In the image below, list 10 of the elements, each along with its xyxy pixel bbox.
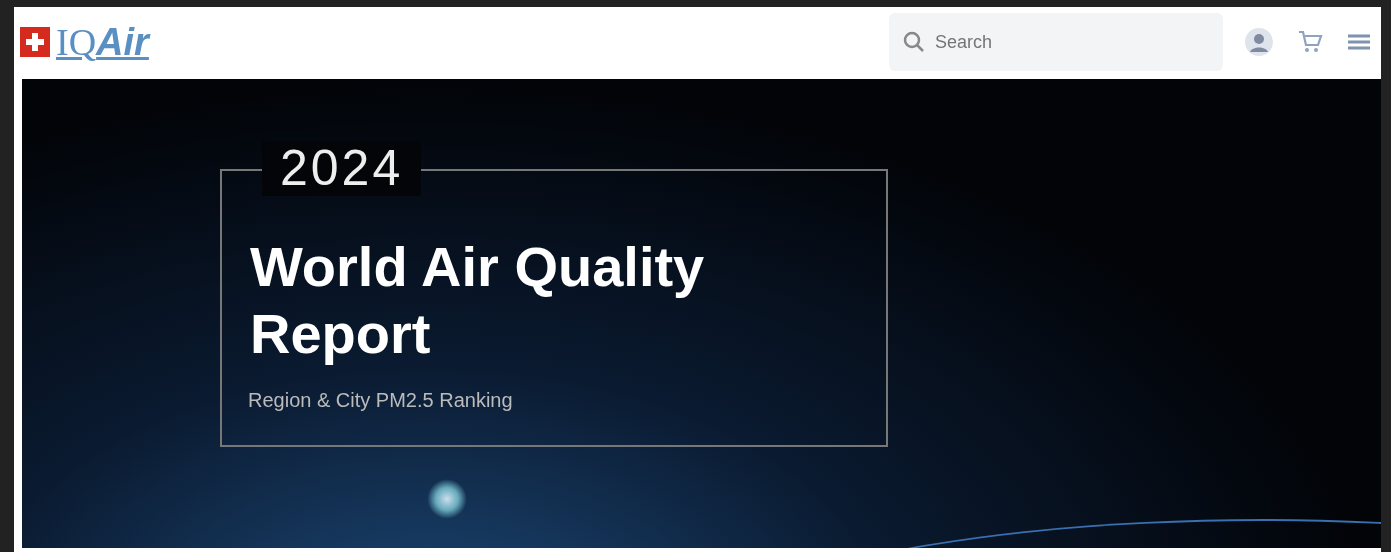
report-subtitle: Region & City PM2.5 Ranking <box>248 388 513 413</box>
swiss-flag-icon <box>20 27 50 57</box>
search-field[interactable]: Search <box>889 13 1223 71</box>
menu-icon[interactable] <box>1347 32 1371 52</box>
light-glow <box>427 479 467 519</box>
report-year: 2024 <box>262 141 422 196</box>
cart-icon[interactable] <box>1297 29 1323 55</box>
report-title: World Air Quality Report <box>250 234 706 368</box>
user-icon[interactable] <box>1245 28 1273 56</box>
logo[interactable]: IQAir <box>56 23 149 61</box>
